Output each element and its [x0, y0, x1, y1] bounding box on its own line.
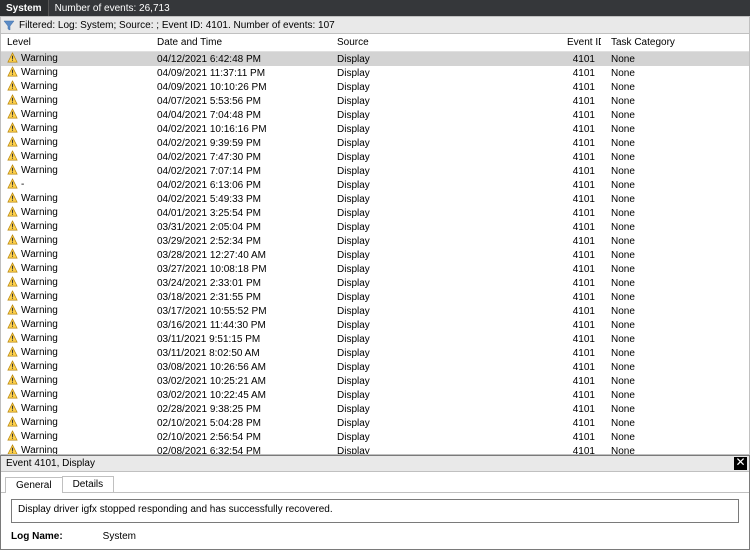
col-date[interactable]: Date and Time [151, 34, 331, 52]
details-pane: Event 4101, Display ✕ General Details Di… [0, 455, 750, 550]
table-row[interactable]: Warning03/02/2021 10:22:45 AMDisplay4101… [1, 388, 749, 402]
table-row[interactable]: Warning03/11/2021 9:51:15 PMDisplay4101N… [1, 332, 749, 346]
event-message: Display driver igfx stopped responding a… [11, 499, 739, 523]
table-row[interactable]: Warning04/02/2021 10:16:16 PMDisplay4101… [1, 122, 749, 136]
col-source[interactable]: Source [331, 34, 561, 52]
table-row[interactable]: Warning04/02/2021 5:49:33 PMDisplay4101N… [1, 192, 749, 206]
warning-icon [7, 318, 18, 332]
warning-icon [7, 444, 18, 455]
table-row[interactable]: Warning04/01/2021 3:25:54 PMDisplay4101N… [1, 206, 749, 220]
warning-icon [7, 332, 18, 346]
tab-strip: General Details [1, 472, 749, 492]
table-row[interactable]: Warning03/27/2021 10:08:18 PMDisplay4101… [1, 262, 749, 276]
warning-icon [7, 136, 18, 150]
table-row[interactable]: Warning02/10/2021 5:04:28 PMDisplay4101N… [1, 416, 749, 430]
table-row[interactable]: Warning04/09/2021 10:10:26 PMDisplay4101… [1, 80, 749, 94]
log-name-value: System [103, 531, 136, 542]
event-grid[interactable]: Level Date and Time Source Event ID Task… [0, 34, 750, 455]
warning-icon [7, 122, 18, 136]
warning-icon [7, 94, 18, 108]
table-row[interactable]: Warning03/18/2021 2:31:55 PMDisplay4101N… [1, 290, 749, 304]
warning-icon [7, 374, 18, 388]
table-row[interactable]: Warning02/10/2021 2:56:54 PMDisplay4101N… [1, 430, 749, 444]
warning-icon [7, 150, 18, 164]
event-properties: Log Name: System [11, 531, 739, 542]
table-row[interactable]: Warning03/02/2021 10:25:21 AMDisplay4101… [1, 374, 749, 388]
warning-icon [7, 80, 18, 94]
warning-icon [7, 430, 18, 444]
table-row[interactable]: Warning04/02/2021 9:39:59 PMDisplay4101N… [1, 136, 749, 150]
warning-icon [7, 178, 18, 192]
warning-icon [7, 416, 18, 430]
table-row[interactable]: Warning04/12/2021 6:42:48 PMDisplay4101N… [1, 52, 749, 67]
warning-icon [7, 346, 18, 360]
column-headers[interactable]: Level Date and Time Source Event ID Task… [1, 34, 749, 52]
table-row[interactable]: Warning02/28/2021 9:38:25 PMDisplay4101N… [1, 402, 749, 416]
details-header: Event 4101, Display ✕ [1, 456, 749, 472]
details-title: Event 4101, Display [6, 458, 95, 469]
table-row[interactable]: Warning03/29/2021 2:52:34 PMDisplay4101N… [1, 234, 749, 248]
table-row[interactable]: Warning04/09/2021 11:37:11 PMDisplay4101… [1, 66, 749, 80]
warning-icon [7, 206, 18, 220]
col-eventid[interactable]: Event ID [561, 34, 601, 52]
warning-icon [7, 388, 18, 402]
table-row[interactable]: Warning04/02/2021 7:47:30 PMDisplay4101N… [1, 150, 749, 164]
warning-icon [7, 276, 18, 290]
event-count-header: Number of events: 26,713 [49, 3, 176, 14]
col-level[interactable]: Level [1, 34, 151, 52]
filter-text: Filtered: Log: System; Source: ; Event I… [19, 20, 335, 31]
table-row[interactable]: Warning03/31/2021 2:05:04 PMDisplay4101N… [1, 220, 749, 234]
warning-icon [7, 360, 18, 374]
warning-icon [7, 220, 18, 234]
table-row[interactable]: Warning03/17/2021 10:55:52 PMDisplay4101… [1, 304, 749, 318]
warning-icon [7, 164, 18, 178]
table-row[interactable]: Warning03/08/2021 10:26:56 AMDisplay4101… [1, 360, 749, 374]
warning-icon [7, 66, 18, 80]
table-row[interactable]: Warning04/02/2021 7:07:14 PMDisplay4101N… [1, 164, 749, 178]
warning-icon [7, 52, 18, 66]
filter-bar: Filtered: Log: System; Source: ; Event I… [0, 16, 750, 34]
top-bar: System Number of events: 26,713 [0, 0, 750, 16]
warning-icon [7, 402, 18, 416]
tab-body: Display driver igfx stopped responding a… [1, 492, 749, 549]
warning-icon [7, 192, 18, 206]
warning-icon [7, 262, 18, 276]
warning-icon [7, 290, 18, 304]
table-row[interactable]: Warning04/07/2021 5:53:56 PMDisplay4101N… [1, 94, 749, 108]
table-row[interactable]: Warning04/04/2021 7:04:48 PMDisplay4101N… [1, 108, 749, 122]
warning-icon [7, 304, 18, 318]
table-row[interactable]: Warning02/08/2021 6:32:54 PMDisplay4101N… [1, 444, 749, 455]
filter-icon [3, 19, 15, 31]
warning-icon [7, 248, 18, 262]
warning-icon [7, 108, 18, 122]
tab-details[interactable]: Details [62, 476, 115, 492]
table-row[interactable]: Warning03/16/2021 11:44:30 PMDisplay4101… [1, 318, 749, 332]
table-row[interactable]: Warning03/28/2021 12:27:40 AMDisplay4101… [1, 248, 749, 262]
table-row[interactable]: Warning03/11/2021 8:02:50 AMDisplay4101N… [1, 346, 749, 360]
log-name-label: Log Name: [11, 531, 63, 542]
col-task[interactable]: Task Category [601, 34, 749, 52]
table-row[interactable]: Warning03/24/2021 2:33:01 PMDisplay4101N… [1, 276, 749, 290]
log-name-header: System [0, 0, 49, 16]
close-icon[interactable]: ✕ [734, 457, 747, 470]
warning-icon [7, 234, 18, 248]
tab-general[interactable]: General [5, 477, 63, 493]
table-row[interactable]: -04/02/2021 6:13:06 PMDisplay4101None [1, 178, 749, 192]
